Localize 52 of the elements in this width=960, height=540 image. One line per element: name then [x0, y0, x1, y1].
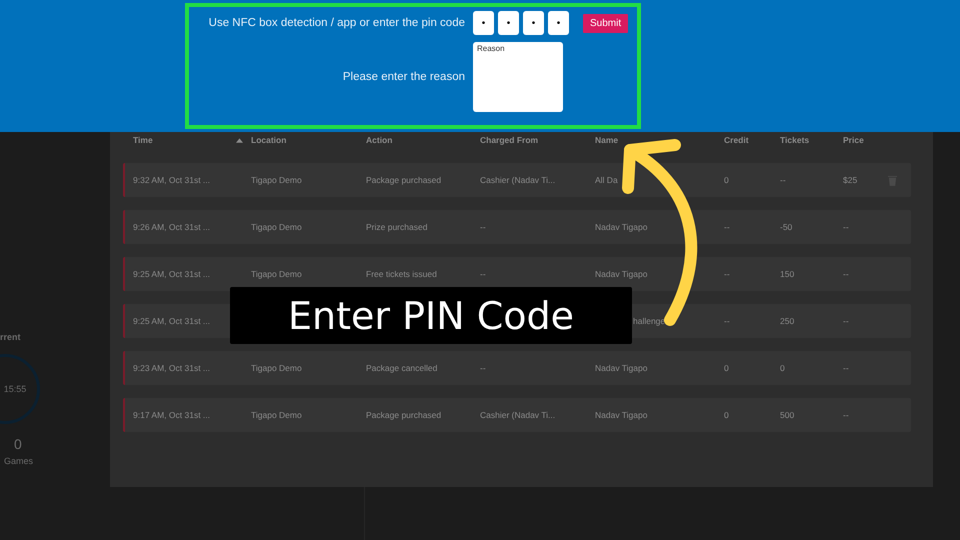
table-cell: Tigapo Demo [251, 269, 302, 279]
table-cell: Free tickets issued [366, 269, 437, 279]
sidebar-title: rrent [0, 332, 21, 342]
table-cell: -- [480, 222, 486, 232]
table-cell: -- [843, 222, 849, 232]
table-cell: 0 [780, 363, 785, 373]
table-cell: -- [724, 269, 730, 279]
table-cell: Tigapo Demo [251, 222, 302, 232]
table-cell: -- [724, 222, 730, 232]
table-cell: Nadav Tigapo [595, 410, 648, 420]
table-cell: Package purchased [366, 175, 442, 185]
table-cell: Cashier (Nadav Ti... [480, 175, 556, 185]
table-cell: -50 [780, 222, 792, 232]
table-cell: Tigapo Demo [251, 410, 302, 420]
table-cell: 0 [724, 410, 729, 420]
table-cell: Package purchased [366, 410, 442, 420]
games-label: Games [4, 456, 34, 466]
table-cell: -- [843, 316, 849, 326]
table-cell: 9:23 AM, Oct 31st ... [133, 363, 210, 373]
table-cell: 9:25 AM, Oct 31st ... [133, 269, 210, 279]
table-cell: -- [480, 269, 486, 279]
table-cell: 9:26 AM, Oct 31st ... [133, 222, 210, 232]
table-cell: Nadav Tigapo [595, 222, 648, 232]
table-cell: -- [843, 269, 849, 279]
table-cell: 250 [780, 316, 794, 326]
table-cell: 0 [724, 363, 729, 373]
table-cell: Tigapo Demo [251, 175, 302, 185]
callout-tooltip: Enter PIN Code [230, 287, 632, 344]
reason-label: Please enter the reason [342, 71, 466, 83]
table-cell: 9:25 AM, Oct 31st ... [133, 316, 210, 326]
table-cell: 500 [780, 410, 794, 420]
table-cell: -- [780, 175, 786, 185]
table-cell: -- [843, 363, 849, 373]
table-cell: Cashier (Nadav Ti... [480, 410, 556, 420]
table-cell: -- [480, 363, 486, 373]
table-cell: -- [724, 316, 730, 326]
pin-label: Use NFC box detection / app or enter the pin code [208, 17, 466, 29]
games-count: 0 [14, 436, 22, 452]
table-cell: 9:17 AM, Oct 31st ... [133, 410, 210, 420]
table-cell: 150 [780, 269, 794, 279]
timer-text: 15:55 [2, 384, 26, 394]
table-cell: 9:32 AM, Oct 31st ... [133, 175, 210, 185]
table-cell: Package cancelled [366, 363, 438, 373]
table-cell: Nadav Tigapo [595, 363, 648, 373]
table-cell: Prize purchased [366, 222, 428, 232]
table-cell: Tigapo Demo [251, 363, 302, 373]
table-cell: -- [843, 410, 849, 420]
table-cell: $25 [843, 175, 858, 185]
table-cell: Nadav Tigapo [595, 269, 648, 279]
table-cell: All Da [595, 175, 618, 185]
table-cell: 0 [724, 175, 729, 185]
table-cell: hallenge [633, 316, 666, 326]
